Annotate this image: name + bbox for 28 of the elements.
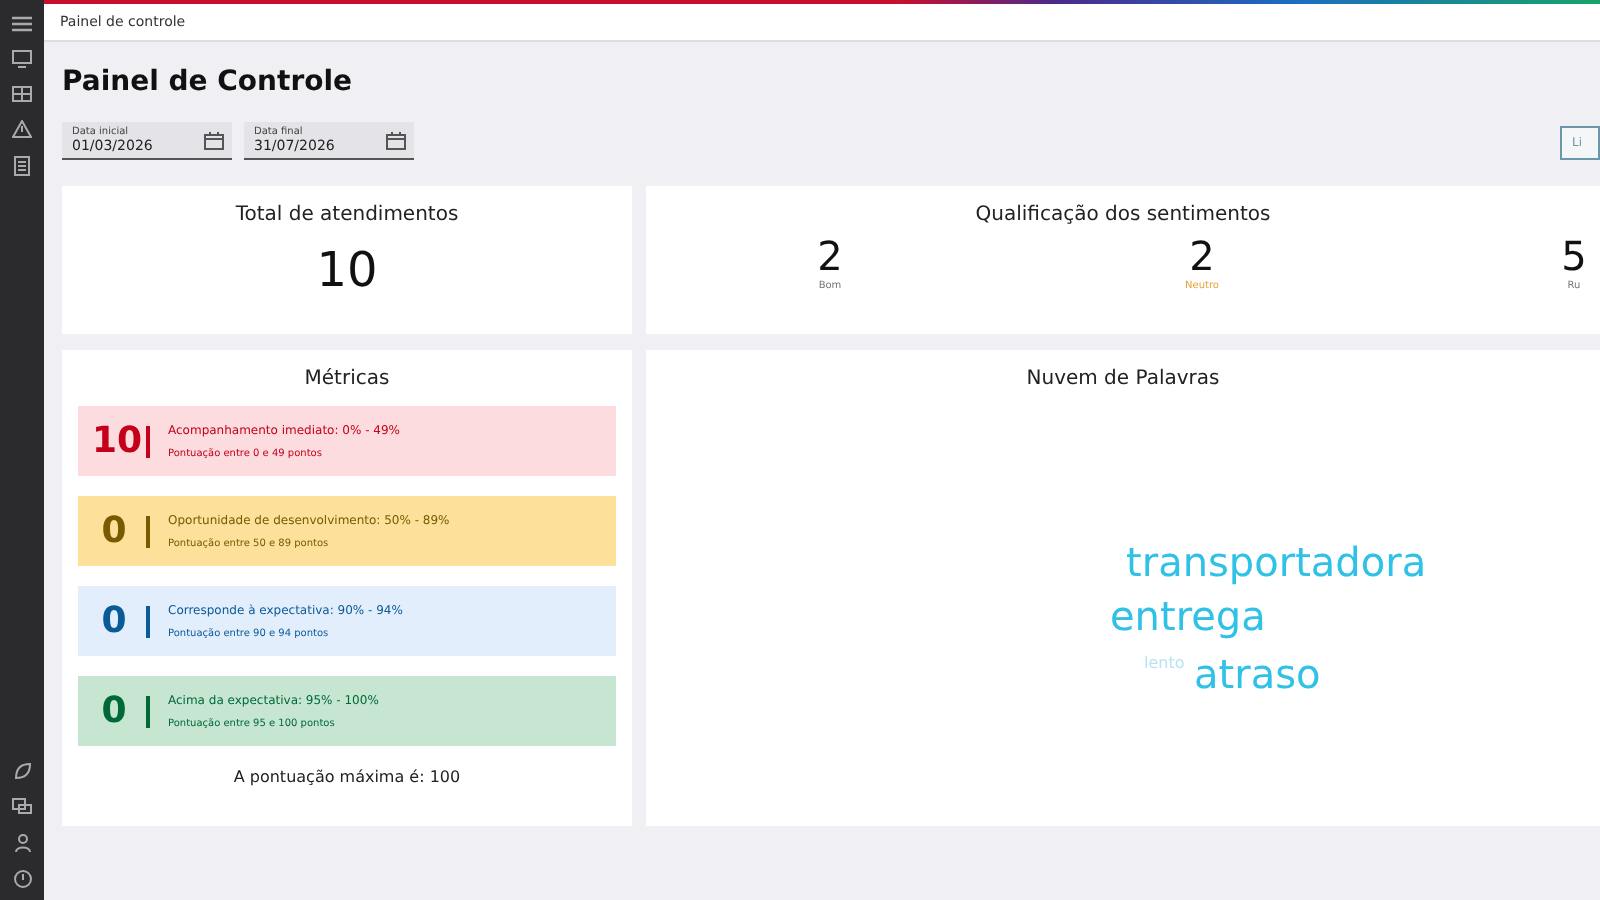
menu-icon[interactable] (12, 16, 32, 32)
sentiment-count: 5 (1561, 232, 1587, 280)
leaf-icon[interactable] (13, 762, 31, 780)
card-title: Qualificação dos sentimentos (975, 204, 1271, 226)
user-icon[interactable] (13, 834, 31, 852)
sentiment-count: 2 (817, 232, 843, 280)
card-title: Nuvem de Palavras (1026, 368, 1220, 390)
cloud-word: entrega (1110, 596, 1266, 636)
metric-count: 0 (99, 690, 129, 732)
page-title: Painel de Controle (62, 66, 355, 98)
cloud-word: lento (1144, 656, 1185, 672)
monitor-icon[interactable] (12, 50, 32, 68)
document-icon[interactable] (14, 156, 30, 176)
max-score-note: A pontuação máxima é: 100 (233, 768, 461, 786)
cloud-word: transportadora (1126, 542, 1427, 582)
card-title: Total de atendimentos (235, 204, 459, 226)
calendar-icon[interactable] (204, 131, 224, 149)
card-title: Métricas (304, 368, 390, 390)
sentiment-count: 2 (1189, 232, 1215, 280)
metric-count: 10 (92, 420, 136, 462)
info-icon[interactable] (13, 870, 31, 888)
metric-count: 0 (99, 510, 129, 552)
warning-icon[interactable] (12, 120, 32, 138)
cloud-word: atraso (1194, 654, 1321, 694)
metric-count: 0 (99, 600, 129, 642)
calendar-icon[interactable] (386, 131, 406, 149)
table-icon[interactable] (12, 86, 32, 102)
total-value: 10 (316, 242, 378, 298)
